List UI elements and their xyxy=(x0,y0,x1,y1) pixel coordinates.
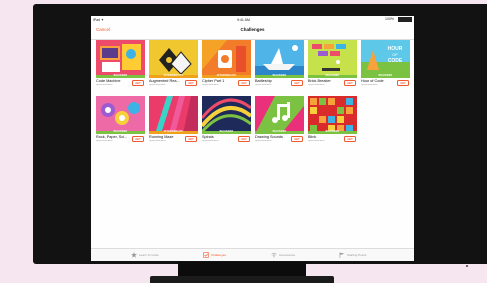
get-button[interactable]: GET xyxy=(291,80,303,86)
status-bar: iPad ✦ 9:41 AM 100% xyxy=(91,16,414,23)
level-badge: INTERMEDIATE xyxy=(149,131,198,134)
challenge-title: Code Machine xyxy=(96,79,121,83)
rock-paper-scissors-thumbnail xyxy=(96,96,145,134)
challenge-card[interactable]: INTERMEDIATE Running Maze Apple Educatio… xyxy=(149,96,198,150)
challenge-card[interactable]: BEGINNER Spirals Apple Education GET xyxy=(202,96,251,150)
tab-accessories[interactable]: Accessories xyxy=(271,251,295,259)
cipher-thumbnail xyxy=(202,40,251,78)
challenge-title: Battleship xyxy=(255,79,272,83)
challenge-title: Blink xyxy=(308,135,317,139)
challenge-card[interactable]: INTERMEDIATE Augmented Rea... Apple Educ… xyxy=(149,40,198,94)
get-button[interactable]: GET xyxy=(185,136,197,142)
challenge-publisher: Apple Education xyxy=(361,84,378,86)
challenge-title: Running Maze xyxy=(149,135,174,139)
level-badge: BEGINNER xyxy=(96,75,145,78)
augmented-reality-thumbnail xyxy=(149,40,198,78)
get-button[interactable]: GET xyxy=(397,80,409,86)
tab-learn-to-code[interactable]: Learn To Code xyxy=(131,251,159,259)
hour-of-code-thumbnail: HOUR OF CODE xyxy=(361,40,410,78)
tab-label: Learn To Code xyxy=(139,253,159,257)
challenge-card[interactable]: INTERMEDIATE Cipher Part 1 Apple Educati… xyxy=(202,40,251,94)
get-button[interactable]: GET xyxy=(344,136,356,142)
challenge-card[interactable]: BEGINNER Rock, Paper, Sci... Apple Educa… xyxy=(96,96,145,150)
tab-label: Challenges xyxy=(211,253,227,257)
nav-bar: Cancel Challenges xyxy=(91,23,414,40)
tab-label: Accessories xyxy=(279,253,296,257)
challenge-title: Hour of Code xyxy=(361,79,384,83)
get-button[interactable]: GET xyxy=(291,136,303,142)
challenge-card[interactable]: BEGINNER Drawing Sounds Apple Education … xyxy=(255,96,304,150)
challenge-title: Augmented Rea... xyxy=(149,79,180,83)
challenge-card[interactable]: BEGINNER Code Machine Apple Education GE… xyxy=(96,40,145,94)
power-indicator xyxy=(466,265,468,267)
get-button[interactable]: GET xyxy=(132,136,144,142)
thumb-code-text: CODE xyxy=(388,58,403,64)
challenge-publisher: Apple Education xyxy=(149,140,166,142)
brick-breaker-thumbnail xyxy=(308,40,357,78)
challenge-publisher: Apple Education xyxy=(149,84,166,86)
level-badge: INTERMEDIATE xyxy=(149,75,198,78)
thumb-of-text: OF xyxy=(392,52,398,57)
challenge-title: Brick Breaker xyxy=(308,79,331,83)
level-badge: BEGINNER xyxy=(308,131,357,134)
challenge-card[interactable]: BEGINNER Brick Breaker Apple Education G… xyxy=(308,40,357,94)
tab-starting-points[interactable]: Starting Points xyxy=(339,251,367,259)
tab-bar: Learn To Code Challenges Accessories Sta… xyxy=(91,248,414,261)
antenna-icon xyxy=(271,252,277,258)
battleship-thumbnail xyxy=(255,40,304,78)
challenge-publisher: Apple Education xyxy=(308,84,325,86)
challenge-title: Rock, Paper, Sci... xyxy=(96,135,128,139)
get-button[interactable]: GET xyxy=(238,136,250,142)
tab-label: Starting Points xyxy=(347,253,367,257)
page-title: Challenges xyxy=(240,27,265,32)
flag-icon xyxy=(339,252,345,258)
tab-challenges[interactable]: Challenges xyxy=(203,251,226,259)
challenge-card[interactable]: BEGINNER Blink Apple Education GET xyxy=(308,96,357,150)
challenge-publisher: Apple Education xyxy=(255,84,272,86)
battery-percent: 100% xyxy=(385,17,394,22)
challenge-publisher: Apple Education xyxy=(202,84,219,86)
challenge-card[interactable]: HOUR OF CODE BEGINNER Hour of Code Apple… xyxy=(361,40,410,94)
level-badge: BEGINNER xyxy=(96,131,145,134)
challenge-title: Spirals xyxy=(202,135,214,139)
status-left: iPad ✦ xyxy=(93,17,104,22)
status-time: 9:41 AM xyxy=(237,17,250,22)
get-button[interactable]: GET xyxy=(185,80,197,86)
get-button[interactable]: GET xyxy=(238,80,250,86)
level-badge: BEGINNER xyxy=(308,75,357,78)
challenge-publisher: Apple Education xyxy=(96,140,113,142)
challenge-publisher: Apple Education xyxy=(255,140,272,142)
spirals-thumbnail xyxy=(202,96,251,134)
running-maze-thumbnail xyxy=(149,96,198,134)
tv-stand-base xyxy=(150,276,334,283)
level-badge: BEGINNER xyxy=(361,75,410,78)
challenge-publisher: Apple Education xyxy=(202,140,219,142)
star-icon xyxy=(131,252,137,258)
challenge-publisher: Apple Education xyxy=(308,140,325,142)
level-badge: BEGINNER xyxy=(202,131,251,134)
code-machine-thumbnail xyxy=(96,40,145,78)
checkbox-icon xyxy=(203,252,209,258)
ipad-screen: iPad ✦ 9:41 AM 100% Cancel Challenges BE… xyxy=(91,16,414,261)
level-badge: BEGINNER xyxy=(255,131,304,134)
level-badge: INTERMEDIATE xyxy=(202,75,251,78)
level-badge: BEGINNER xyxy=(255,75,304,78)
status-battery: 100% xyxy=(381,17,414,22)
challenge-title: Cipher Part 1 xyxy=(202,79,225,83)
blink-thumbnail xyxy=(308,96,357,134)
challenge-title: Drawing Sounds xyxy=(255,135,283,139)
challenge-card[interactable]: BEGINNER Battleship Apple Education GET xyxy=(255,40,304,94)
battery-icon xyxy=(398,17,412,22)
drawing-sounds-thumbnail xyxy=(255,96,304,134)
challenge-publisher: Apple Education xyxy=(96,84,113,86)
get-button[interactable]: GET xyxy=(132,80,144,86)
get-button[interactable]: GET xyxy=(344,80,356,86)
